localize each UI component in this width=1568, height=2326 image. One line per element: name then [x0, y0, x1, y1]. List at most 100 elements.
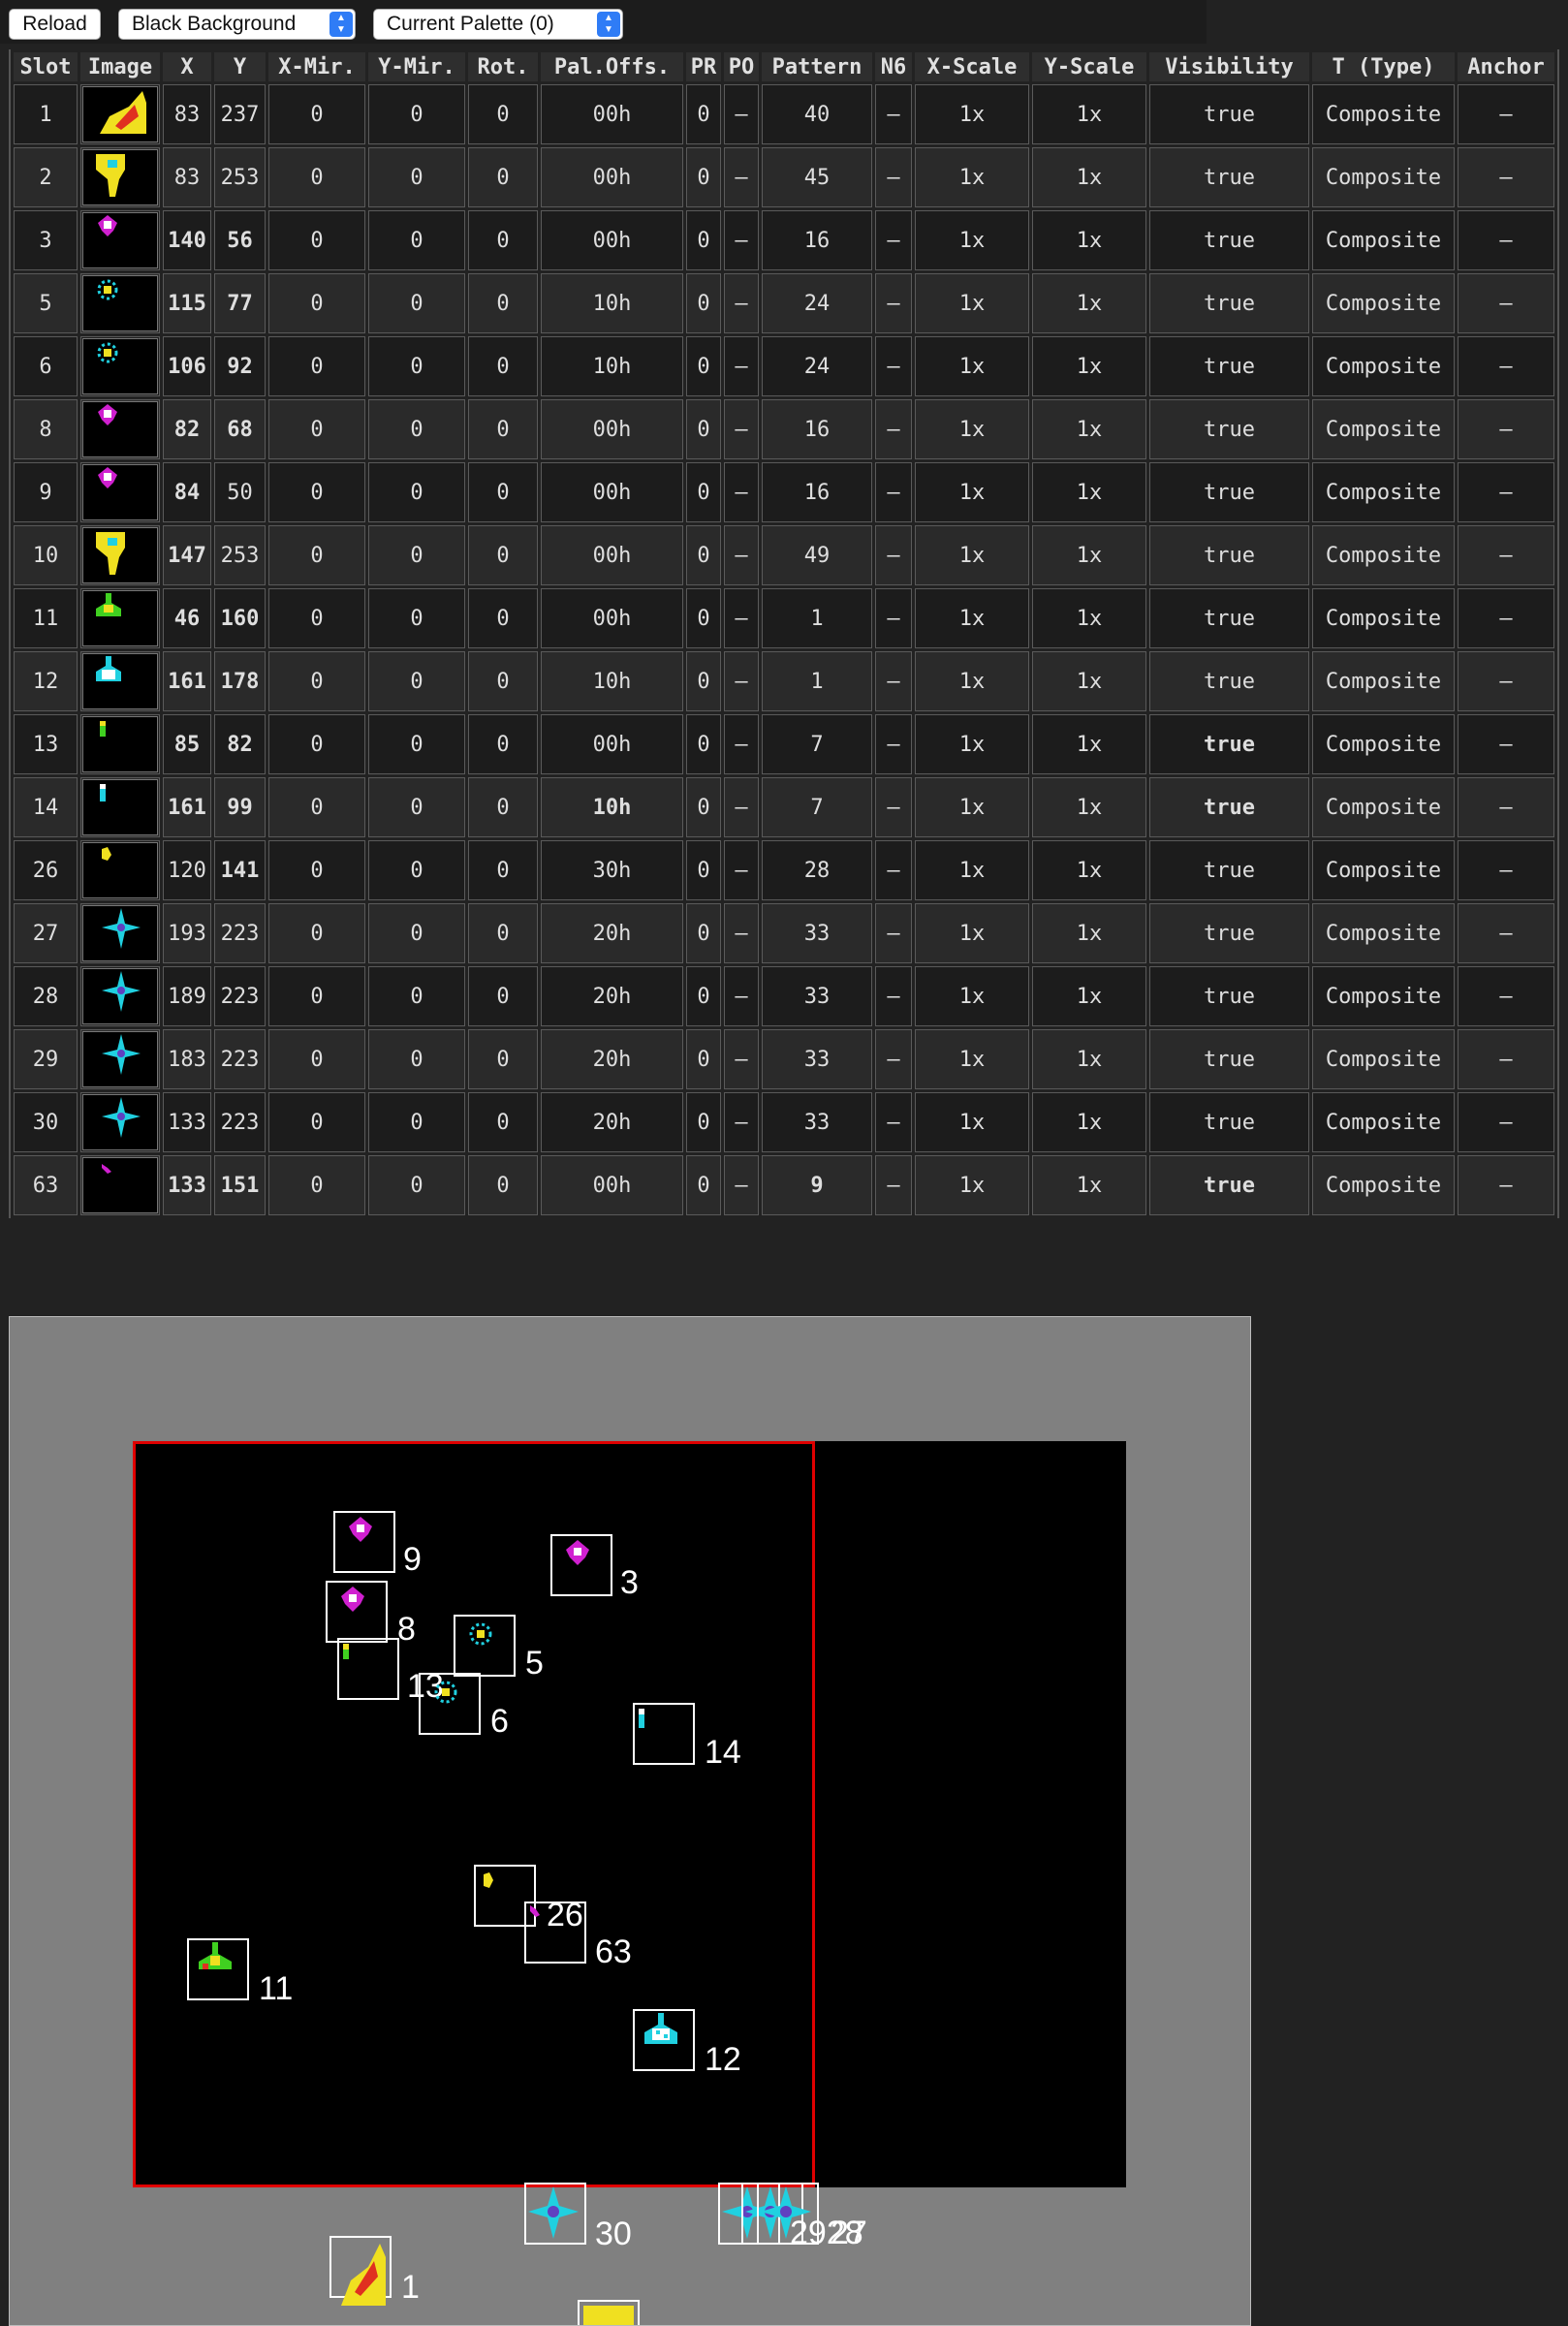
cell-yscale: 1x [1032, 1092, 1146, 1152]
cell-pattern: 1 [762, 588, 872, 648]
cell-pal: 20h [541, 903, 683, 963]
cell-xmir: 0 [268, 840, 365, 900]
cell-type: Composite [1312, 966, 1455, 1026]
table-row[interactable]: 30 133 223 0 0 0 20h 0–33–1x 1x true Composite – [14, 1092, 1554, 1152]
cyan-ship-icon [82, 275, 158, 331]
cell-vis: true [1149, 714, 1309, 774]
preview-sprite-6[interactable] [419, 1673, 481, 1735]
col-header-y-scale[interactable]: Y-Scale [1032, 52, 1146, 81]
col-header-slot[interactable]: Slot [14, 52, 78, 81]
table-row[interactable]: 3 140 56 0 0 0 00h 0–16–1x 1x true Composite – [14, 210, 1554, 270]
table-row[interactable]: 8 82 68 0 0 0 00h 0–16–1x 1x true Composite – [14, 399, 1554, 459]
table-row[interactable]: 13 85 82 0 0 0 00h 0–7–1x 1x true Composite – [14, 714, 1554, 774]
cell-vis: true [1149, 84, 1309, 144]
cell-type: Composite [1312, 714, 1455, 774]
preview-sprite-5[interactable] [454, 1615, 516, 1677]
cell-pr: 0 [686, 399, 721, 459]
background-select[interactable]: Black Background ▲ ▼ [118, 9, 356, 40]
preview-sprite-3[interactable] [550, 1534, 612, 1596]
flame-icon [82, 86, 158, 142]
col-header-rotation[interactable]: Rot. [468, 52, 538, 81]
cell-x: 161 [163, 777, 211, 837]
cell-pr: 0 [686, 1155, 721, 1215]
table-row[interactable]: 5 115 77 0 0 0 10h 0–24–1x 1x true Composite – [14, 273, 1554, 333]
cell-pr: 0 [686, 462, 721, 522]
col-header-pattern[interactable]: Pattern [762, 52, 872, 81]
cell-anchor: – [1458, 525, 1554, 585]
sprite-preview[interactable]: 9 3 8 5 13 6 14 26 63 11 12 30 2928 27 1 [9, 1316, 1251, 2326]
cell-po: – [724, 840, 759, 900]
cell-xscale: 1x [915, 903, 1029, 963]
cell-anchor: – [1458, 840, 1554, 900]
cell-anchor: – [1458, 336, 1554, 396]
col-header-n6[interactable]: N6 [875, 52, 912, 81]
table-row[interactable]: 2 83 253 0 0 0 00h 0–45–1x 1x true Composite – [14, 147, 1554, 207]
col-header-y-mirror[interactable]: Y-Mir. [368, 52, 465, 81]
cell-type: Composite [1312, 84, 1455, 144]
table-row[interactable]: 6 106 92 0 0 0 10h 0–24–1x 1x true Composite – [14, 336, 1554, 396]
cell-yscale: 1x [1032, 399, 1146, 459]
palette-select[interactable]: Current Palette (0) ▲ ▼ [373, 9, 623, 40]
table-row[interactable]: 11 46 160 0 0 0 00h 0–1–1x 1x true Composite – [14, 588, 1554, 648]
table-row[interactable]: 26 120 141 0 0 0 30h 0–28–1x 1x true Composite – [14, 840, 1554, 900]
cell-y: 50 [214, 462, 266, 522]
preview-sprite-2[interactable] [578, 2300, 640, 2325]
cyan-bullet-icon [639, 1709, 644, 1728]
cell-pattern: 1 [762, 651, 872, 711]
col-header-pr[interactable]: PR [686, 52, 721, 81]
cell-ymir: 0 [368, 525, 465, 585]
col-header-x[interactable]: X [163, 52, 211, 81]
table-row[interactable]: 12 161 178 0 0 0 10h 0–1–1x 1x true Composite – [14, 651, 1554, 711]
cell-pr: 0 [686, 777, 721, 837]
cell-pattern: 16 [762, 399, 872, 459]
col-header-x-mirror[interactable]: X-Mir. [268, 52, 365, 81]
cell-po: – [724, 462, 759, 522]
cell-xscale: 1x [915, 777, 1029, 837]
table-row[interactable]: 10 147 253 0 0 0 00h 0–49–1x 1x true Composite – [14, 525, 1554, 585]
cell-rot: 0 [468, 1029, 538, 1089]
cell-pattern: 40 [762, 84, 872, 144]
col-header-x-scale[interactable]: X-Scale [915, 52, 1029, 81]
preview-sprite-8[interactable] [326, 1581, 388, 1643]
cell-x: 189 [163, 966, 211, 1026]
preview-sprite-30[interactable] [524, 2183, 586, 2245]
preview-sprite-13[interactable] [337, 1638, 399, 1700]
cell-x: 106 [163, 336, 211, 396]
cell-po: – [724, 1155, 759, 1215]
preview-label-14: 14 [705, 1734, 741, 1771]
preview-sprite-14[interactable] [633, 1703, 695, 1765]
cell-anchor: – [1458, 714, 1554, 774]
cell-type: Composite [1312, 336, 1455, 396]
cell-y: 253 [214, 525, 266, 585]
col-header-anchor[interactable]: Anchor [1458, 52, 1554, 81]
col-header-po[interactable]: PO [724, 52, 759, 81]
cell-y: 253 [214, 147, 266, 207]
preview-sprite-12[interactable] [633, 2009, 695, 2071]
col-header-visibility[interactable]: Visibility [1149, 52, 1309, 81]
table-row[interactable]: 14 161 99 0 0 0 10h 0–7–1x 1x true Composite – [14, 777, 1554, 837]
table-row[interactable]: 9 84 50 0 0 0 00h 0–16–1x 1x true Composite – [14, 462, 1554, 522]
cell-pr: 0 [686, 336, 721, 396]
preview-sprite-11[interactable] [187, 1938, 249, 2000]
cell-xscale: 1x [915, 1029, 1029, 1089]
cell-po: – [724, 336, 759, 396]
col-header-y[interactable]: Y [214, 52, 266, 81]
cell-po: – [724, 1092, 759, 1152]
cell-pattern: 16 [762, 210, 872, 270]
cell-ymir: 0 [368, 777, 465, 837]
table-row[interactable]: 27 193 223 0 0 0 20h 0–33–1x 1x true Composite – [14, 903, 1554, 963]
table-row[interactable]: 63 133 151 0 0 0 00h 0–9–1x 1x true Composite – [14, 1155, 1554, 1215]
preview-sprite-1[interactable] [329, 2236, 392, 2306]
green-bullet-icon [82, 716, 158, 772]
col-header-type[interactable]: T (Type) [1312, 52, 1455, 81]
table-row[interactable]: 29 183 223 0 0 0 20h 0–33–1x 1x true Composite – [14, 1029, 1554, 1089]
col-header-image[interactable]: Image [80, 52, 160, 81]
cell-type: Composite [1312, 1092, 1455, 1152]
table-row[interactable]: 28 189 223 0 0 0 20h 0–33–1x 1x true Composite – [14, 966, 1554, 1026]
preview-sprite-63[interactable] [524, 1902, 586, 1964]
reload-button[interactable]: Reload [9, 9, 101, 40]
flame-icon [341, 2244, 386, 2306]
col-header-palette-offset[interactable]: Pal.Offs. [541, 52, 683, 81]
preview-sprite-9[interactable] [333, 1511, 395, 1573]
table-row[interactable]: 1 83 237 0 0 0 00h 0–40–1x 1x true Composite – [14, 84, 1554, 144]
